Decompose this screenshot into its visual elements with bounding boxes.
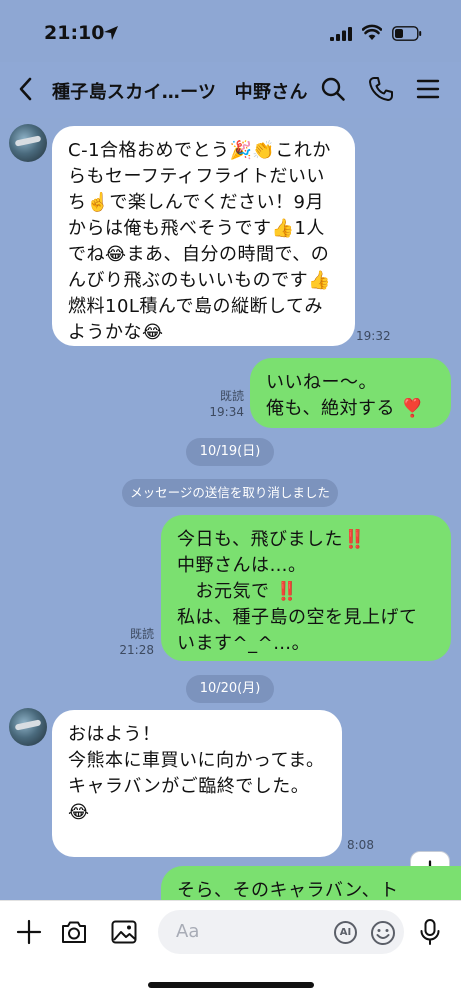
search-icon[interactable]	[320, 76, 346, 102]
outgoing-message-bubble[interactable]: 今日も、飛びました‼️ 中野さんは…。 お元気で ‼️ 私は、種子島の空を見上げ…	[161, 515, 451, 661]
incoming-message-bubble[interactable]: おはよう！ 今熊本に車買いに向かってま。 キャラバンがご臨終でした。 😂	[52, 710, 342, 857]
back-arrow-icon[interactable]	[16, 76, 36, 102]
read-receipt: 既読	[129, 627, 154, 641]
phone-call-icon[interactable]	[368, 76, 394, 102]
outgoing-message-bubble[interactable]: いいねー〜。 俺も、絶対する ❣️	[250, 358, 451, 428]
message-list[interactable]: C-1合格おめでとう🎉👏これからもセーフティフライトだいいち☝️で楽しんでくださ…	[0, 118, 461, 926]
emoji-icon[interactable]	[370, 920, 396, 946]
ai-icon[interactable]: AI	[334, 921, 357, 944]
battery-icon	[392, 26, 422, 41]
date-separator: 10/20(月)	[186, 675, 274, 703]
camera-icon[interactable]	[60, 919, 88, 945]
plus-icon[interactable]	[16, 919, 42, 945]
message-input-placeholder: Aa	[176, 921, 200, 942]
contact-avatar[interactable]	[9, 708, 47, 746]
incoming-message-bubble[interactable]: C-1合格おめでとう🎉👏これからもセーフティフライトだいいち☝️で楽しんでくださ…	[52, 126, 355, 346]
chat-header: 種子島スカイ…ーツ 中野さん	[0, 62, 461, 118]
cellular-signal-icon	[330, 27, 352, 41]
status-bar: 21:10	[0, 0, 461, 62]
chat-title: 種子島スカイ…ーツ 中野さん	[52, 82, 308, 103]
status-time: 21:10	[44, 22, 105, 44]
home-indicator	[148, 982, 314, 988]
menu-icon[interactable]	[416, 78, 440, 100]
message-time: 19:32	[356, 329, 391, 343]
message-time: 19:34	[209, 405, 244, 419]
message-time: 8:08	[347, 838, 374, 852]
microphone-icon[interactable]	[418, 918, 442, 946]
contact-avatar[interactable]	[9, 124, 47, 162]
image-icon[interactable]	[110, 919, 138, 945]
date-separator: 10/19(日)	[186, 438, 274, 466]
message-time: 21:28	[119, 643, 154, 657]
location-arrow-icon	[104, 26, 118, 40]
read-receipt: 既読	[219, 389, 244, 403]
message-input[interactable]: Aa AI	[158, 910, 404, 954]
unsend-notice: メッセージの送信を取り消しました	[122, 479, 338, 507]
wifi-icon	[362, 24, 382, 40]
